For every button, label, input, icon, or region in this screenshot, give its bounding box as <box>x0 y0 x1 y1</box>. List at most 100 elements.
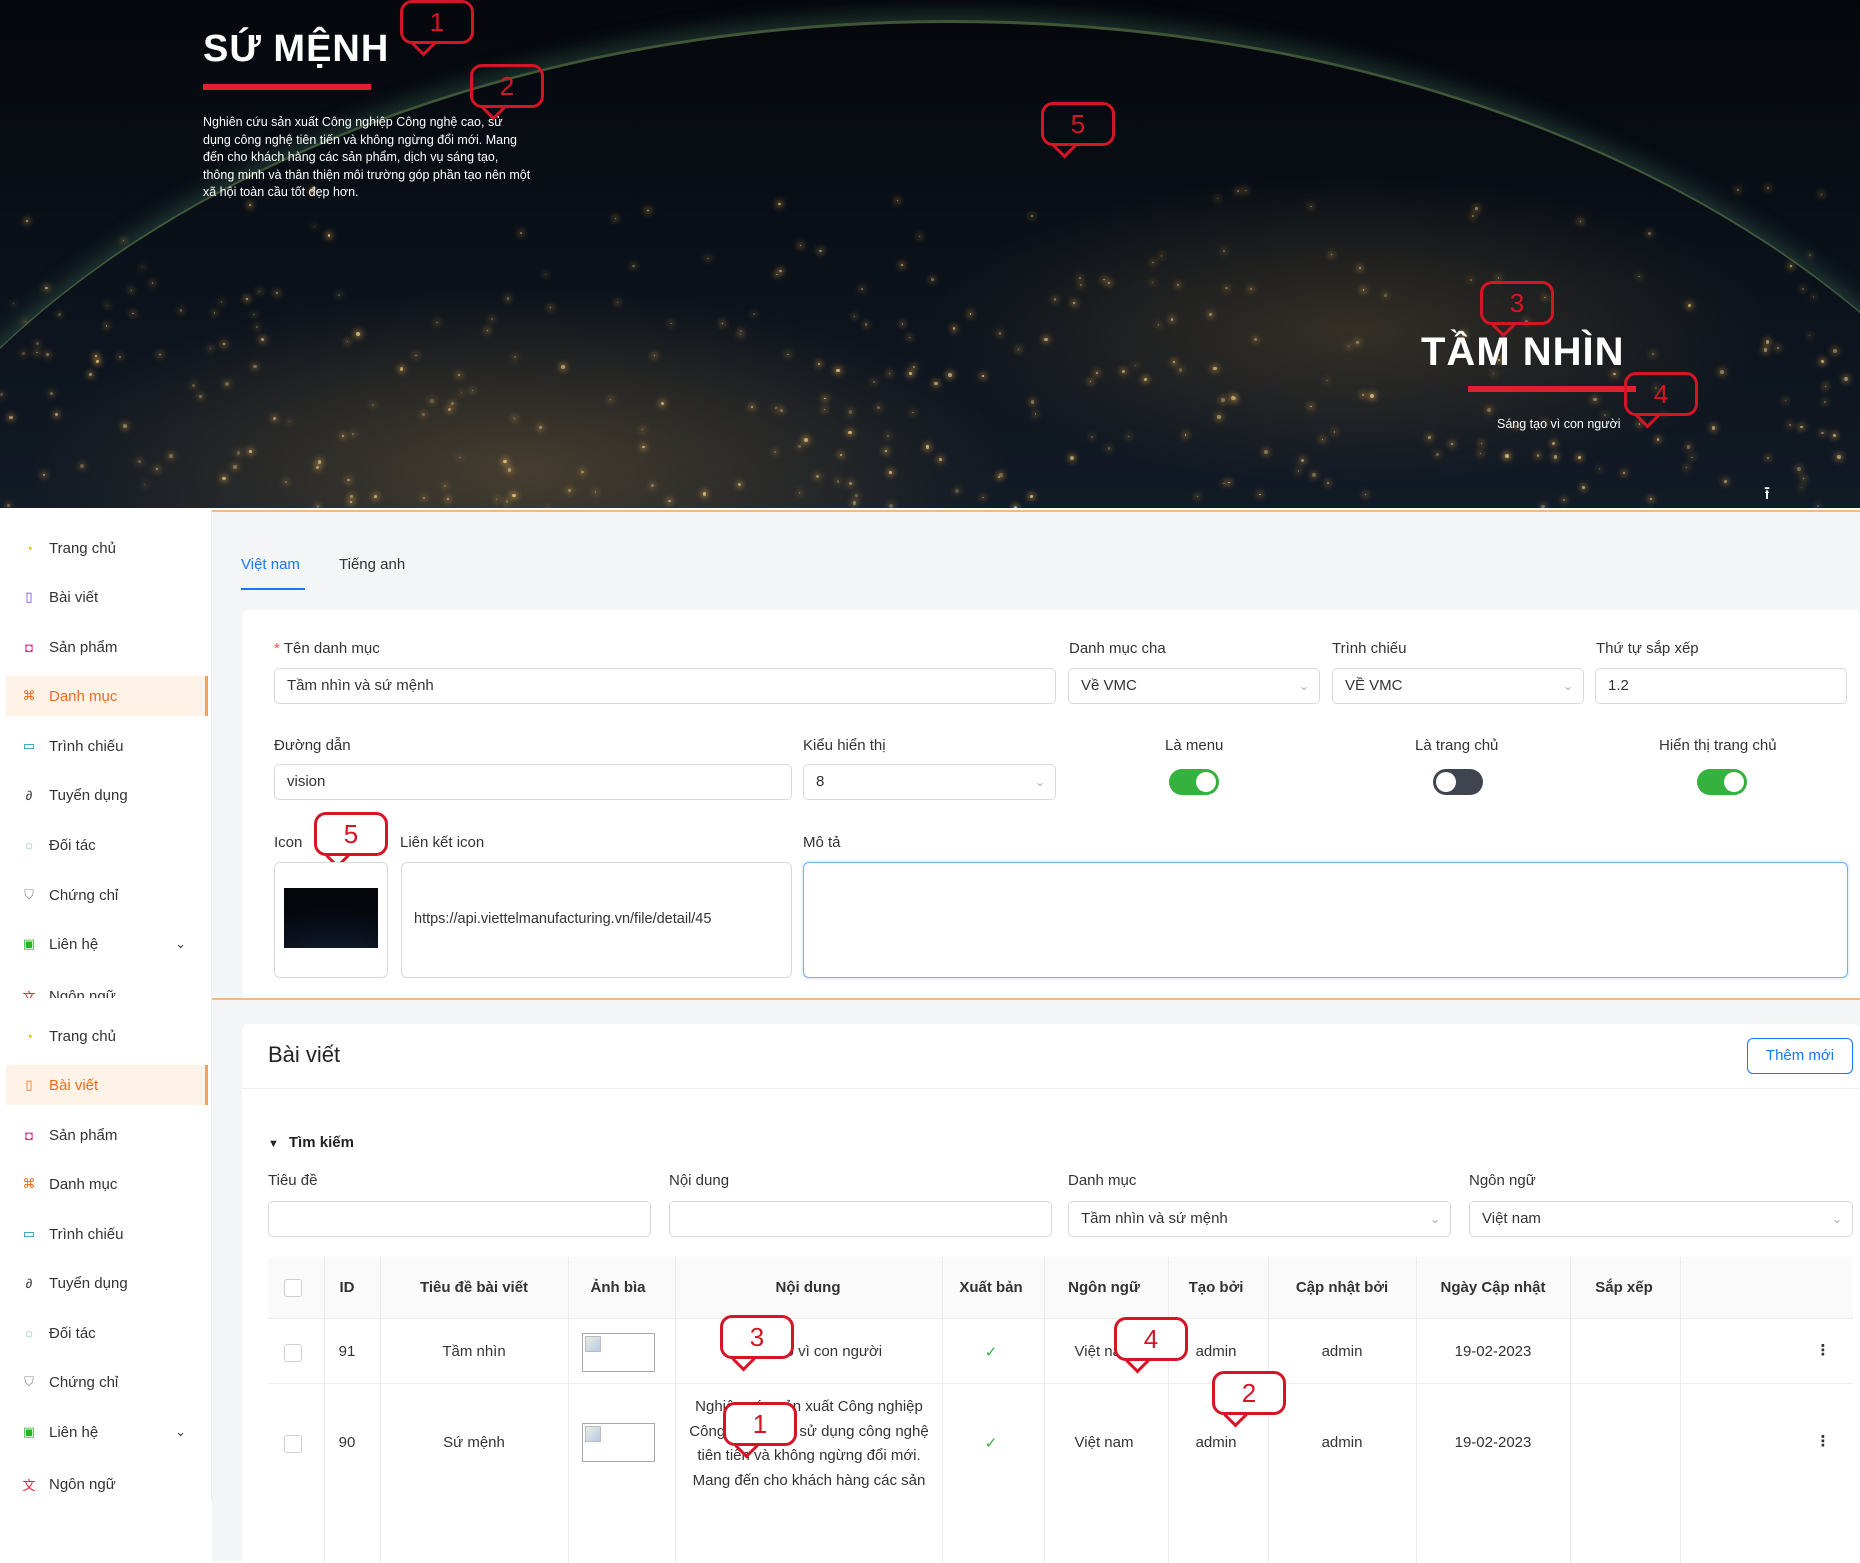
link-icon: ∂ <box>25 1275 33 1291</box>
icon-preview-image <box>284 888 378 948</box>
dashboard-icon: ◔ <box>25 540 33 556</box>
translate-icon: 文 <box>22 1477 36 1493</box>
sidebar-item-1[interactable]: ▯ Bài viết <box>6 1065 208 1105</box>
slideshow-select[interactable]: VỀ VMC ⌄ <box>1332 668 1584 704</box>
mission-underline <box>203 84 371 90</box>
sidebar-item-3[interactable]: ⌘ Danh mục <box>6 1164 208 1204</box>
annotation-marker-3: 3 <box>1480 281 1554 325</box>
sidebar-bottom: ◔ Trang chủ ▯ Bài viết ◘ Sản phẩm ⌘ Danh mục ▭ Tr… <box>0 998 212 1501</box>
sidebar-item-label: Chứng chỉ <box>49 1373 119 1391</box>
row-cover-image <box>582 1423 655 1462</box>
sidebar-item-label: Chứng chỉ <box>49 886 119 904</box>
sidebar-item-label: Ngôn ngữ <box>49 987 116 999</box>
sidebar-item-label: Ngôn ngữ <box>49 1475 116 1493</box>
parent-select[interactable]: Về VMC ⌄ <box>1068 668 1320 704</box>
row-title[interactable]: Sứ mệnh <box>382 1434 566 1451</box>
link-icon: ∂ <box>25 787 33 803</box>
filter-language-select[interactable]: Việt nam ⌄ <box>1469 1201 1853 1237</box>
sidebar-item-3[interactable]: ⌘ Danh mục <box>6 676 208 716</box>
row-checkbox[interactable] <box>284 1344 302 1362</box>
earth-atmosphere <box>0 20 1860 508</box>
sidebar-item-6[interactable]: ◌ Đối tác <box>6 825 208 865</box>
path-input[interactable]: vision <box>274 764 792 800</box>
page-title: Bài viết <box>268 1042 341 1067</box>
published-check-icon: ✓ <box>984 1435 998 1452</box>
sidebar-item-2[interactable]: ◘ Sản phẩm <box>6 627 208 667</box>
filter-content-label: Nội dung <box>669 1172 730 1189</box>
col-language: Ngôn ngữ <box>1068 1279 1140 1296</box>
row-updated-at: 19-02-2023 <box>1454 1434 1532 1451</box>
tab-english[interactable]: Tiếng anh <box>339 556 405 573</box>
desc-textarea[interactable] <box>803 862 1848 978</box>
row-checkbox[interactable] <box>284 1435 302 1453</box>
article-list-card: Bài viết Thêm mới ▼ Tìm kiếm Tiêu đề Nội … <box>242 1024 1860 1563</box>
sidebar-item-label: Danh mục <box>49 687 118 705</box>
sitemap-icon: ⌘ <box>22 1176 36 1191</box>
sidebar-item-label: Trang chủ <box>49 1027 116 1045</box>
search-toggle[interactable]: ▼ Tìm kiếm <box>268 1134 354 1151</box>
display-select[interactable]: 8 ⌄ <box>803 764 1056 800</box>
sidebar-item-label: Bài viết <box>49 1076 99 1094</box>
sidebar-item-5[interactable]: ∂ Tuyển dụng <box>6 775 208 815</box>
sidebar-item-label: Sản phẩm <box>49 1126 118 1144</box>
sidebar-item-0[interactable]: ◔ Trang chủ <box>6 528 208 568</box>
sidebar-item-9[interactable]: 文 Ngôn ngữ <box>6 976 208 999</box>
icon-link-field[interactable]: https://api.viettelmanufacturing.vn/file… <box>401 862 792 978</box>
sitemap-icon: ⌘ <box>22 688 36 703</box>
is-menu-toggle[interactable] <box>1169 769 1219 795</box>
sidebar-item-label: Danh mục <box>49 1175 118 1193</box>
chevron-down-icon: ⌄ <box>1298 679 1309 693</box>
sidebar-item-label: Tuyển dụng <box>49 1274 128 1292</box>
tab-active-indicator <box>241 588 305 590</box>
is-menu-label: Là menu <box>1165 737 1224 754</box>
more-vertical-icon[interactable]: ⋮ <box>1813 1341 1833 1359</box>
sidebar-item-label: Tuyển dụng <box>49 786 128 804</box>
sidebar-item-9[interactable]: 文 Ngôn ngữ <box>6 1464 208 1501</box>
add-new-button[interactable]: Thêm mới <box>1747 1038 1853 1074</box>
sidebar-item-label: Liên hệ <box>49 1423 99 1441</box>
filter-category-select[interactable]: Tầm nhìn và sứ mệnh ⌄ <box>1068 1201 1451 1237</box>
annotation-marker-5: 5 <box>1041 102 1115 146</box>
row-updated-by: admin <box>1321 1434 1363 1451</box>
published-check-icon: ✓ <box>984 1344 998 1361</box>
sidebar-item-6[interactable]: ◌ Đối tác <box>6 1313 208 1353</box>
name-input[interactable]: Tầm nhìn và sứ mệnh <box>274 668 1056 704</box>
filter-content-input[interactable] <box>669 1201 1052 1237</box>
sidebar-item-2[interactable]: ◘ Sản phẩm <box>6 1115 208 1155</box>
book-icon: ▯ <box>25 1077 33 1092</box>
tab-vietnamese[interactable]: Việt nam <box>241 556 300 573</box>
order-input[interactable]: 1.2 <box>1595 668 1847 704</box>
scroll-top-icon[interactable]: ⭱ <box>1756 482 1778 504</box>
shield-icon: ⛉ <box>24 887 34 902</box>
col-cover: Ảnh bìa <box>590 1279 646 1296</box>
filter-title-input[interactable] <box>268 1201 651 1237</box>
parent-label: Danh mục cha <box>1069 640 1166 657</box>
sidebar-item-8[interactable]: ▣ Liên hệ ⌄ <box>6 924 208 964</box>
article-list-area: Bài viết Thêm mới ▼ Tìm kiếm Tiêu đề Nội … <box>212 998 1860 1563</box>
is-home-toggle[interactable] <box>1433 769 1483 795</box>
sidebar-item-1[interactable]: ▯ Bài viết <box>6 577 208 617</box>
mission-title: SỨ MỆNH <box>203 28 390 70</box>
sidebar-item-8[interactable]: ▣ Liên hệ ⌄ <box>6 1412 208 1452</box>
sidebar-item-label: Đối tác <box>49 1324 96 1342</box>
book-icon: ▯ <box>25 589 33 604</box>
filter-language-label: Ngôn ngữ <box>1469 1172 1536 1189</box>
select-all-checkbox[interactable] <box>284 1279 302 1297</box>
sidebar-item-4[interactable]: ▭ Trình chiếu <box>6 726 208 766</box>
row-updated-by: admin <box>1321 1343 1363 1360</box>
sidebar-item-7[interactable]: ⛉ Chứng chỉ <box>6 1362 208 1402</box>
col-updated-at: Ngày Cập nhật <box>1440 1279 1546 1296</box>
more-vertical-icon[interactable]: ⋮ <box>1813 1432 1833 1450</box>
icon-upload[interactable] <box>274 862 388 978</box>
sidebar-item-7[interactable]: ⛉ Chứng chỉ <box>6 875 208 915</box>
chevron-down-icon: ⌄ <box>1831 1212 1842 1226</box>
display-select-value: 8 <box>816 773 825 790</box>
desc-label: Mô tả <box>803 834 841 851</box>
chevron-down-icon: ⌄ <box>1034 775 1045 789</box>
row-title[interactable]: Tầm nhìn <box>382 1343 566 1360</box>
sidebar-item-0[interactable]: ◔ Trang chủ <box>6 1016 208 1056</box>
show-home-toggle[interactable] <box>1697 769 1747 795</box>
sidebar-item-4[interactable]: ▭ Trình chiếu <box>6 1214 208 1254</box>
sidebar-item-5[interactable]: ∂ Tuyển dụng <box>6 1263 208 1303</box>
monitor-icon: ▭ <box>22 1226 36 1241</box>
